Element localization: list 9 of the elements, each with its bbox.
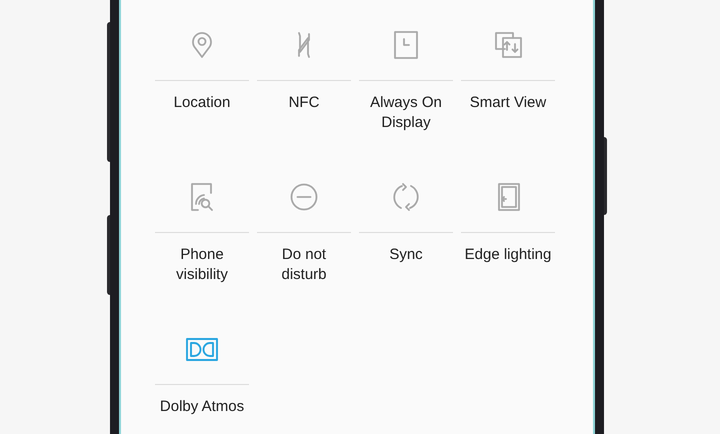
quick-setting-tile-label[interactable]: Sync	[389, 245, 423, 265]
quick-setting-tile-label[interactable]: NFC	[288, 93, 320, 113]
quick-setting-tile-label[interactable]: Phone visibility	[176, 245, 228, 285]
quick-setting-tile-label[interactable]: Always On Display	[370, 93, 442, 133]
quick-setting-tile-label[interactable]: Dolby Atmos	[160, 397, 244, 417]
quick-setting-tile-label[interactable]: Smart View	[470, 93, 546, 113]
quick-setting-tile-label[interactable]: Location	[174, 93, 230, 113]
quick-setting-tile-label[interactable]: Do not disturb	[281, 245, 327, 285]
quick-setting-tile-label[interactable]: Edge lighting	[464, 245, 552, 265]
